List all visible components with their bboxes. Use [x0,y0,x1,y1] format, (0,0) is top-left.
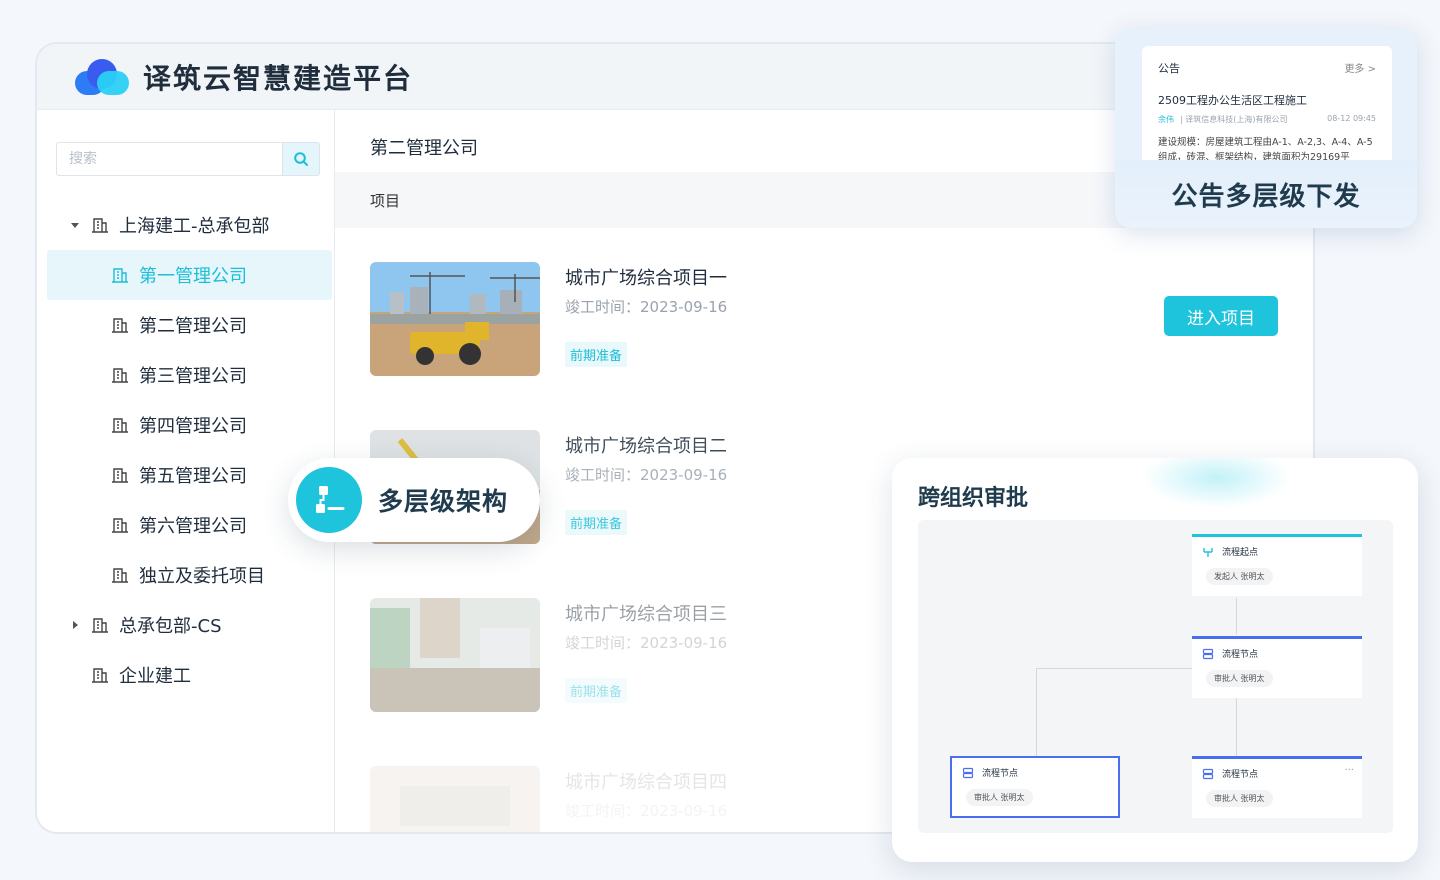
status-badge: 前期准备 [565,510,628,535]
project-card[interactable]: 城市广场综合项目一 竣工时间：2023-09-16 前期准备 进入项目 [370,262,1278,376]
project-date: 竣工时间：2023-09-16 [565,634,728,652]
tree-item-company-4[interactable]: 第四管理公司 [47,400,332,450]
node-title: 流程节点 [1222,650,1259,660]
caret-right-icon[interactable] [67,617,83,633]
caret-down-icon[interactable] [67,217,83,233]
tree-item-shanghai-jiangong[interactable]: 上海建工-总承包部 [47,200,332,250]
notice-org: | 译筑信息科技(上海)有限公司 [1180,115,1288,124]
status-badge: 前期准备 [565,678,628,703]
project-name[interactable]: 城市广场综合项目一 [565,264,727,290]
enter-project-button[interactable]: 进入项目 [1164,296,1278,336]
search-icon [294,152,308,166]
stack-node-icon [962,767,974,778]
cloud-logo-icon [75,57,131,97]
project-date: 竣工时间：2023-09-16 [565,298,728,316]
search-input[interactable] [56,142,282,176]
building-icon [112,418,128,433]
flow-node-selected[interactable]: 流程节点 审批人 张明太 [950,756,1120,818]
feature-badge-multilevel: 多层级架构 [288,458,540,542]
flow-node-start[interactable]: 流程起点 发起人 张明太 [1192,534,1362,596]
feature-label: 多层级架构 [378,487,509,516]
stack-node-icon [1202,768,1214,779]
status-badge: 前期准备 [565,342,628,367]
building-icon [92,618,108,633]
building-icon [112,368,128,383]
project-name[interactable]: 城市广场综合项目四 [565,768,727,794]
start-node-icon [1203,547,1213,557]
notice-time: 08-12 09:45 [1327,114,1376,123]
search-box [56,142,320,176]
org-tree: 上海建工-总承包部 第一管理公司 第二管理公司 第三管理公司 第四管理公司 第五… [47,200,332,700]
tree-item-label: 独立及委托项目 [139,566,265,587]
stack-node-icon [1202,648,1214,659]
notice-title[interactable]: 2509工程办公生活区工程施工 [1158,92,1376,108]
tree-item-label: 企业建工 [119,666,191,687]
project-name[interactable]: 城市广场综合项目三 [565,600,727,626]
org-chart-icon [296,467,362,533]
node-assignee: 审批人 张明太 [966,789,1033,806]
tree-item-label: 第六管理公司 [139,516,247,537]
flow-node[interactable]: ··· 流程节点 审批人 张明太 [1192,756,1362,818]
node-title: 流程节点 [982,769,1019,779]
notice-more-link[interactable]: 更多 > [1344,60,1376,76]
flow-canvas: 流程起点 发起人 张明太 流程节点 审批人 张明太 流程节点 审批人 张明太 ·… [918,520,1393,833]
project-name[interactable]: 城市广场综合项目二 [565,432,727,458]
building-icon [112,268,128,283]
tree-item-label: 第一管理公司 [139,266,247,287]
node-assignee: 审批人 张明太 [1206,670,1273,687]
node-assignee: 发起人 张明太 [1206,568,1273,585]
notice-author: 余伟 [1158,115,1174,124]
search-button[interactable] [282,142,320,176]
node-assignee: 审批人 张明太 [1206,790,1273,807]
node-title: 流程节点 [1222,770,1259,780]
tree-item-label: 总承包部-CS [119,616,222,637]
tree-item-enterprise[interactable]: 企业建工 [47,650,332,700]
project-thumbnail[interactable] [370,766,540,832]
building-icon [112,518,128,533]
tree-item-independent[interactable]: 独立及委托项目 [47,550,332,600]
building-icon [112,318,128,333]
feature-label-notice: 公告多层级下发 [1115,160,1417,228]
project-thumbnail[interactable] [370,262,540,376]
node-title: 流程起点 [1222,548,1259,558]
building-icon [92,668,108,683]
more-icon[interactable]: ··· [1344,765,1354,776]
tree-item-company-1[interactable]: 第一管理公司 [47,250,332,300]
project-thumbnail[interactable] [370,598,540,712]
tree-item-cs[interactable]: 总承包部-CS [47,600,332,650]
tree-item-label: 第四管理公司 [139,416,247,437]
tree-item-label: 第二管理公司 [139,316,247,337]
notice-header: 公告 [1158,62,1180,75]
building-icon [92,218,108,233]
building-icon [112,568,128,583]
sidebar: 上海建工-总承包部 第一管理公司 第二管理公司 第三管理公司 [37,110,335,832]
tree-item-company-2[interactable]: 第二管理公司 [47,300,332,350]
flow-node[interactable]: 流程节点 审批人 张明太 [1192,636,1362,698]
approval-title: 跨组织审批 [918,486,1029,511]
tree-item-company-3[interactable]: 第三管理公司 [47,350,332,400]
section-label: 项目 [370,191,401,210]
approval-card: 跨组织审批 流程起点 发起人 张明太 流程节点 审批人 张明太 流程节点 审批人… [892,458,1418,862]
tree-item-label: 第三管理公司 [139,366,247,387]
project-date: 竣工时间：2023-09-16 [565,466,728,484]
tree-item-label: 上海建工-总承包部 [119,216,270,237]
app-title: 译筑云智慧建造平台 [143,61,414,95]
building-icon [112,468,128,483]
tree-item-label: 第五管理公司 [139,466,247,487]
project-date: 竣工时间：2023-09-16 [565,802,728,820]
page-title: 第二管理公司 [370,138,478,159]
notice-card: 公告 更多 > 2509工程办公生活区工程施工 余伟 | 译筑信息科技(上海)有… [1115,28,1417,228]
